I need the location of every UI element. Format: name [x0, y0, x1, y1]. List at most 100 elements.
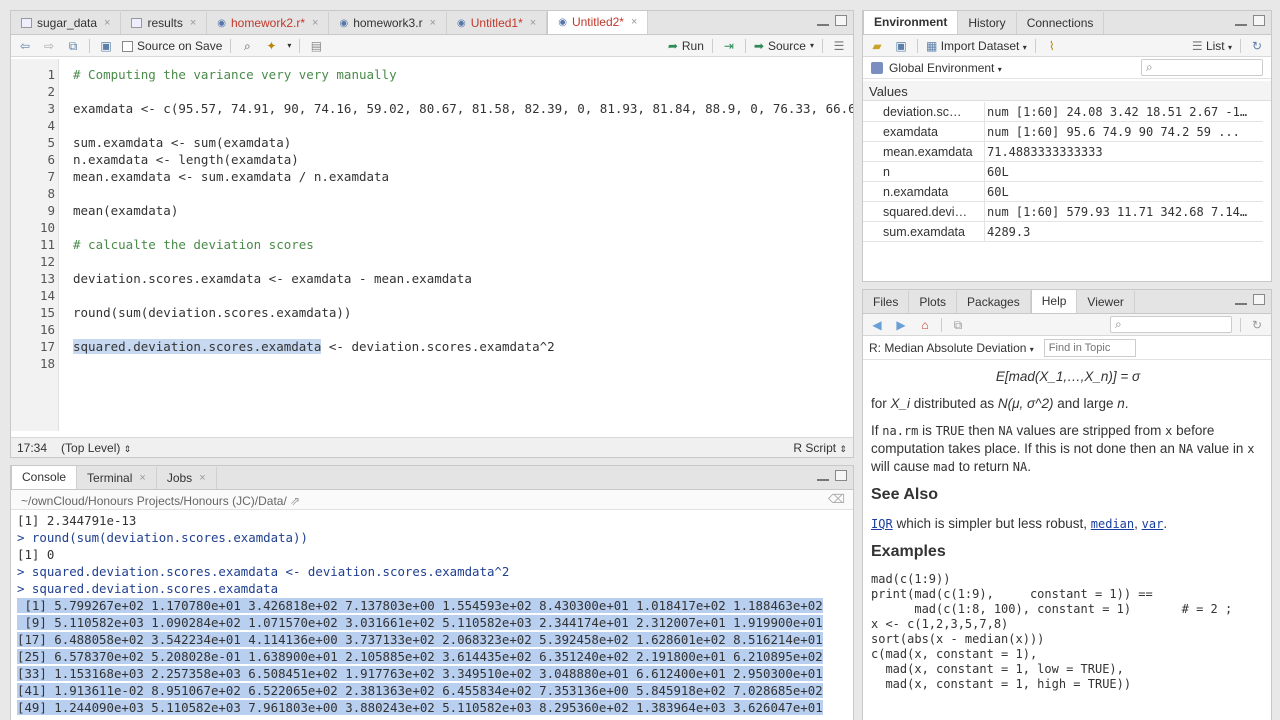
forward-arrow-icon[interactable]: ▶	[893, 318, 909, 332]
see-also-paragraph: IQR which is simpler but less robust, me…	[871, 516, 1168, 531]
variable-name: examdata	[863, 122, 985, 141]
clear-console-icon[interactable]: ⌫	[828, 492, 845, 506]
broom-icon[interactable]: ⌇	[1044, 39, 1060, 53]
console-text: [25] 6.578370e+02 5.208028e-01 1.638900e…	[17, 649, 823, 664]
run-button[interactable]: ➦ Run	[668, 39, 704, 53]
code-line[interactable]: mean.examdata <- sum.examdata / n.examda…	[73, 169, 389, 184]
maximize-icon[interactable]	[1253, 15, 1265, 26]
chevron-down-icon[interactable]: ▾	[287, 41, 291, 50]
var-link[interactable]: var	[1142, 517, 1164, 531]
tab-terminal[interactable]: Terminal ×	[77, 467, 157, 489]
filetype-selector[interactable]: R Script ⇕	[793, 441, 847, 455]
source-button[interactable]: ➡ Source ▾	[754, 39, 814, 53]
tab-results[interactable]: results ×	[121, 12, 208, 34]
code-text: <- deviation.scores.examdata^2	[321, 339, 555, 354]
code-area[interactable]: # Computing the variance very very manua…	[63, 59, 853, 431]
tab-console[interactable]: Console	[11, 466, 78, 489]
tab-environment[interactable]: Environment	[863, 11, 959, 34]
save-icon[interactable]: ▣	[893, 39, 909, 53]
tab-jobs[interactable]: Jobs ×	[157, 467, 217, 489]
code-line[interactable]: # Computing the variance very very manua…	[73, 67, 397, 82]
code-line[interactable]: n.examdata <- length(examdata)	[73, 152, 299, 167]
code-line[interactable]: sum.examdata <- sum(examdata)	[73, 135, 291, 150]
chevron-down-icon[interactable]: ▾	[810, 41, 814, 50]
iqr-link[interactable]: IQR	[871, 517, 893, 531]
environment-row[interactable]: squared.devi… num [1:60] 579.93 11.71 342…	[863, 202, 1263, 222]
line-number: 15	[39, 305, 55, 320]
close-icon[interactable]: ×	[631, 16, 637, 28]
close-icon[interactable]: ×	[530, 17, 536, 29]
compile-report-icon[interactable]: ▤	[308, 39, 324, 53]
refresh-icon[interactable]: ↻	[1249, 318, 1265, 332]
tab-connections[interactable]: Connections	[1017, 12, 1105, 34]
divider	[1240, 38, 1241, 53]
maximize-icon[interactable]	[835, 15, 847, 26]
environment-row[interactable]: n.examdata 60L	[863, 182, 1263, 202]
go-to-directory-icon[interactable]: ⇗	[290, 494, 300, 508]
back-arrow-icon[interactable]: ◀	[869, 318, 885, 332]
maximize-icon[interactable]	[1253, 294, 1265, 305]
minimize-icon[interactable]	[1235, 301, 1247, 305]
code-line[interactable]: squared.deviation.scores.examdata <- dev…	[73, 339, 555, 354]
environment-row[interactable]: sum.examdata 4289.3	[863, 222, 1263, 242]
scope-selector[interactable]: (Top Level) ⇕	[61, 441, 131, 455]
import-dataset-button[interactable]: ▦ Import Dataset ▾	[926, 39, 1027, 53]
close-icon[interactable]: ×	[312, 17, 318, 29]
console-text: > round(sum(deviation.scores.examdata))	[17, 530, 308, 545]
open-folder-icon[interactable]: ▰	[869, 39, 885, 53]
search-icon[interactable]: ⌕	[239, 39, 255, 53]
show-in-window-icon[interactable]: ⧉	[65, 39, 81, 53]
environment-search-input[interactable]: ⌕	[1141, 59, 1263, 76]
environment-row[interactable]: mean.examdata 71.4883333333333	[863, 142, 1263, 162]
close-icon[interactable]: ×	[199, 472, 205, 484]
forward-arrow-icon[interactable]: ⇨	[41, 39, 57, 53]
environment-row[interactable]: deviation.sc… num [1:60] 24.08 3.42 18.51…	[863, 102, 1263, 122]
close-icon[interactable]: ×	[190, 17, 196, 29]
tab-homework3[interactable]: ◉ homework3.r ×	[329, 12, 447, 34]
outline-icon[interactable]: ☰	[831, 39, 847, 53]
help-search-input[interactable]: ⌕	[1110, 316, 1232, 333]
r-file-icon: ◉	[339, 17, 349, 29]
close-icon[interactable]: ×	[139, 472, 145, 484]
tab-history[interactable]: History	[958, 12, 1017, 34]
refresh-icon[interactable]: ↻	[1249, 39, 1265, 53]
line-number: 3	[47, 101, 55, 116]
tab-sugar-data[interactable]: sugar_data ×	[11, 12, 122, 34]
find-in-topic-input[interactable]	[1043, 338, 1136, 357]
code-line[interactable]: round(sum(deviation.scores.examdata))	[73, 305, 351, 320]
environment-row[interactable]: examdata num [1:60] 95.6 74.9 90 74.2 59 …	[863, 122, 1263, 142]
topic-dropdown[interactable]: R: Median Absolute Deviation ▾	[869, 341, 1034, 355]
environment-row[interactable]: n 60L	[863, 162, 1263, 182]
rerun-icon[interactable]: ⇥	[721, 39, 737, 53]
tab-homework2[interactable]: ◉ homework2.r* ×	[207, 12, 330, 34]
show-in-window-icon[interactable]: ⧉	[950, 318, 966, 332]
code-line[interactable]: mean(examdata)	[73, 203, 178, 218]
tab-packages[interactable]: Packages	[957, 291, 1031, 313]
tab-viewer[interactable]: Viewer	[1077, 291, 1135, 313]
back-arrow-icon[interactable]: ⇦	[17, 39, 33, 53]
median-link[interactable]: median	[1091, 517, 1134, 531]
code-line[interactable]: deviation.scores.examdata <- examdata - …	[73, 271, 472, 286]
code-tools-wand-icon[interactable]: ✦	[263, 39, 279, 53]
source-on-save-toggle[interactable]: Source on Save	[122, 39, 222, 53]
tab-help[interactable]: Help	[1030, 290, 1078, 313]
home-icon[interactable]: ⌂	[917, 318, 933, 332]
close-icon[interactable]: ×	[430, 17, 436, 29]
minimize-icon[interactable]	[817, 477, 829, 481]
minimize-icon[interactable]	[1235, 22, 1247, 26]
console-output[interactable]: [1] 2.344791e-13 > round(sum(deviation.sc…	[17, 512, 853, 716]
maximize-icon[interactable]	[835, 470, 847, 481]
tab-files[interactable]: Files	[863, 291, 910, 313]
code-line[interactable]: examdata <- c(95.57, 74.91, 90, 74.16, 5…	[73, 101, 853, 116]
help-paragraph-na-rm: If na.rm is TRUE then NA values are stri…	[871, 422, 1265, 476]
checkbox-icon[interactable]	[122, 40, 133, 52]
view-mode-selector[interactable]: ☰ List ▾	[1192, 39, 1232, 53]
code-line[interactable]: # calcualte the deviation scores	[73, 237, 314, 252]
tab-untitled2[interactable]: ◉ Untitled2* ×	[547, 11, 649, 34]
tab-plots[interactable]: Plots	[909, 291, 958, 313]
close-icon[interactable]: ×	[104, 17, 110, 29]
tab-untitled1[interactable]: ◉ Untitled1* ×	[447, 12, 548, 34]
scope-dropdown[interactable]: Global Environment ▾	[889, 61, 1002, 75]
minimize-icon[interactable]	[817, 22, 829, 26]
save-icon[interactable]: ▣	[98, 39, 114, 53]
